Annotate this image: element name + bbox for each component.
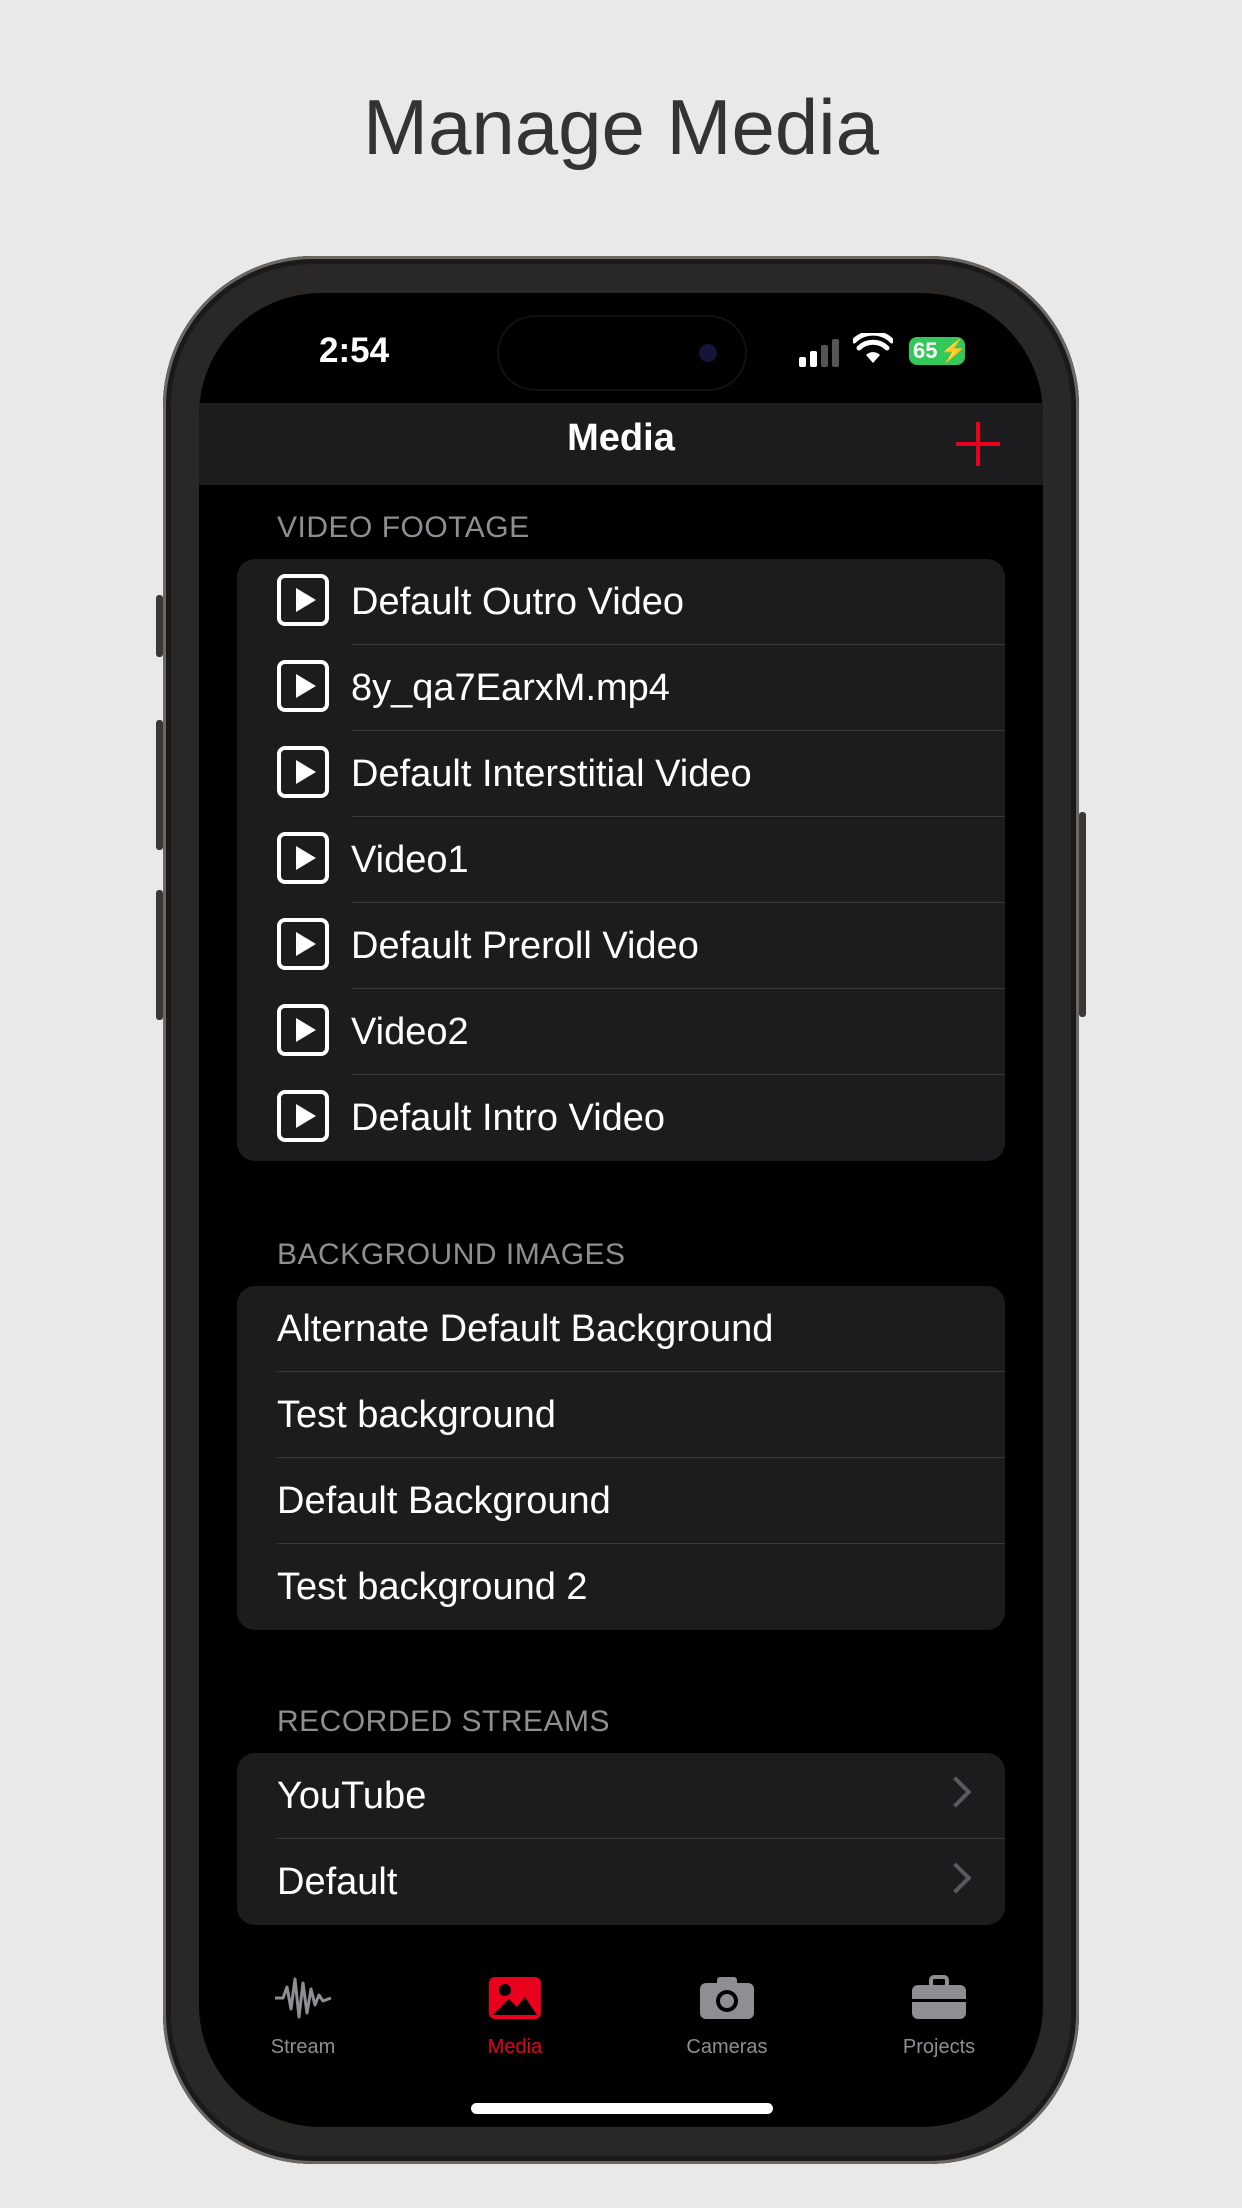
play-icon	[277, 1090, 329, 1142]
tab-label: Cameras	[686, 2036, 768, 2058]
photo-icon	[489, 1977, 541, 2019]
tab-projects[interactable]: Projects	[859, 1973, 1019, 2059]
cellular-signal-icon	[799, 339, 843, 367]
section-header-background-images: BACKGROUND IMAGES	[277, 1238, 626, 1271]
status-bar: 2:54 65 ⚡	[199, 293, 1043, 403]
list-item[interactable]: Default Preroll Video	[237, 903, 1005, 989]
list-item-label: Default Outro Video	[351, 581, 685, 623]
chevron-right-icon	[940, 1776, 972, 1808]
background-images-list: Alternate Default Background Test backgr…	[237, 1286, 1005, 1630]
phone-screen: 2:54 65 ⚡ Media VIDEO FOOTAGE Default Out…	[199, 293, 1043, 2127]
play-icon	[277, 1004, 329, 1056]
battery-level: 65	[913, 338, 938, 363]
waveform-icon	[275, 1977, 332, 2019]
volume-up-button	[156, 720, 163, 850]
camera-icon	[700, 1977, 754, 2019]
tab-media[interactable]: Media	[435, 1973, 595, 2059]
list-item[interactable]: Default Background	[237, 1458, 1005, 1544]
briefcase-icon	[912, 1975, 966, 2019]
list-item[interactable]: Video2	[237, 989, 1005, 1075]
volume-down-button	[156, 890, 163, 1020]
list-item[interactable]: Video1	[237, 817, 1005, 903]
add-media-button[interactable]	[953, 419, 1003, 469]
tab-cameras[interactable]: Cameras	[647, 1973, 807, 2059]
list-item-label: Default	[277, 1861, 398, 1903]
list-item-label: Video1	[351, 839, 469, 881]
list-item-label: 8y_qa7EarxM.mp4	[351, 667, 670, 709]
video-footage-list: Default Outro Video 8y_qa7EarxM.mp4 Defa…	[237, 559, 1005, 1161]
list-item-label: Default Background	[277, 1480, 611, 1522]
list-item[interactable]: Default	[237, 1839, 1005, 1925]
list-item[interactable]: Default Outro Video	[237, 559, 1005, 645]
list-item[interactable]: Default Intro Video	[237, 1075, 1005, 1161]
list-item[interactable]: Test background 2	[237, 1544, 1005, 1630]
navigation-bar: Media	[199, 403, 1043, 485]
section-header-video-footage: VIDEO FOOTAGE	[277, 511, 530, 544]
list-item-label: Alternate Default Background	[277, 1308, 774, 1350]
play-icon	[277, 832, 329, 884]
play-icon	[277, 660, 329, 712]
tab-label: Projects	[902, 2036, 976, 2058]
charging-bolt-icon: ⚡	[939, 338, 967, 363]
tab-label: Stream	[270, 2036, 336, 2058]
list-item-label: Default Preroll Video	[351, 925, 699, 967]
chevron-right-icon	[940, 1862, 972, 1894]
nav-title: Media	[567, 417, 675, 459]
list-item[interactable]: Alternate Default Background	[237, 1286, 1005, 1372]
dynamic-island	[499, 317, 745, 389]
tab-stream[interactable]: Stream	[223, 1973, 383, 2059]
list-item[interactable]: YouTube	[237, 1753, 1005, 1839]
list-item-label: Default Intro Video	[351, 1097, 666, 1139]
wifi-icon	[853, 333, 893, 363]
action-button	[156, 595, 163, 657]
play-icon	[277, 918, 329, 970]
list-item-label: YouTube	[277, 1775, 427, 1817]
power-button	[1079, 812, 1086, 1017]
list-item-label: Default Interstitial Video	[351, 753, 752, 795]
list-item[interactable]: Default Interstitial Video	[237, 731, 1005, 817]
section-header-recorded-streams: RECORDED STREAMS	[277, 1705, 611, 1738]
play-icon	[277, 574, 329, 626]
battery-icon: 65 ⚡	[909, 337, 967, 365]
list-item-label: Test background 2	[277, 1566, 588, 1608]
list-item-label: Video2	[351, 1011, 469, 1053]
front-camera	[699, 344, 717, 362]
status-time: 2:54	[319, 331, 390, 370]
page-headline: Manage Media	[363, 83, 879, 171]
home-indicator	[471, 2103, 773, 2114]
tab-bar: Stream Media Cameras Projects	[199, 1973, 1043, 2093]
list-item-label: Test background	[277, 1394, 556, 1436]
play-icon	[277, 746, 329, 798]
list-item[interactable]: 8y_qa7EarxM.mp4	[237, 645, 1005, 731]
tab-label: Media	[487, 2036, 543, 2058]
recorded-streams-list: YouTube Default	[237, 1753, 1005, 1925]
list-item[interactable]: Test background	[237, 1372, 1005, 1458]
